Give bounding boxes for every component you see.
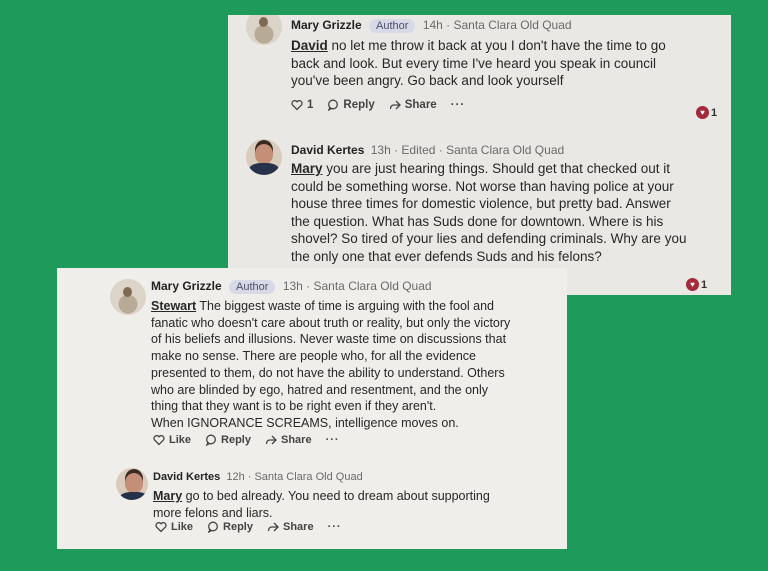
share-button[interactable]: Share	[389, 99, 437, 111]
like-button[interactable]: 1	[291, 99, 313, 111]
comment-body: Mary you are just hearing things. Should…	[291, 161, 687, 264]
avatar[interactable]	[116, 468, 148, 500]
more-options-button[interactable]: ···	[328, 521, 342, 533]
comment-meta: David Kertes 13h · Edited · Santa Clara …	[291, 143, 564, 157]
comment-actions: Like Reply Share ···	[153, 434, 340, 446]
like-button[interactable]: Like	[155, 521, 193, 533]
reply-button[interactable]: Reply	[327, 99, 375, 111]
reply-bubble-icon	[205, 434, 216, 446]
comment-meta: Mary Grizzle Author 13h · Santa Clara Ol…	[151, 279, 432, 294]
reply-bubble-icon	[207, 521, 218, 533]
mention-link[interactable]: Mary	[153, 489, 182, 503]
comment-body: David no let me throw it back at you I d…	[291, 38, 666, 88]
comment-actions: 1 Reply Share ···	[291, 99, 465, 111]
heart-icon	[155, 522, 167, 533]
avatar[interactable]	[110, 279, 146, 315]
heart-icon	[291, 100, 303, 111]
avatar[interactable]	[246, 139, 282, 175]
mention-link[interactable]: Mary	[291, 161, 323, 176]
comment-timestamp: 14h · Santa Clara Old Quad	[422, 18, 572, 32]
reaction-count[interactable]: ♥ 1	[686, 278, 707, 291]
reply-button[interactable]: Reply	[207, 521, 253, 533]
author-badge: Author	[369, 19, 416, 33]
author-name[interactable]: David Kertes	[291, 143, 364, 157]
heart-icon: ♥	[696, 106, 709, 119]
share-arrow-icon	[265, 435, 277, 445]
like-button[interactable]: Like	[153, 434, 191, 446]
heart-icon	[153, 435, 165, 446]
author-name[interactable]: Mary Grizzle	[291, 18, 362, 32]
mention-link[interactable]: David	[291, 38, 328, 53]
more-options-button[interactable]: ···	[451, 99, 466, 111]
screenshot-panel-top: Mary Grizzle Author 14h · Santa Clara Ol…	[228, 15, 731, 295]
comment-body: Mary go to bed already. You need to drea…	[153, 489, 490, 520]
comment-meta: David Kertes 12h · Santa Clara Old Quad	[153, 471, 363, 483]
mention-link[interactable]: Stewart	[151, 299, 196, 313]
reply-button[interactable]: Reply	[205, 434, 251, 446]
comment-actions: Like Reply Share ···	[155, 521, 342, 533]
author-badge: Author	[229, 280, 276, 294]
avatar[interactable]	[246, 15, 282, 45]
comment-timestamp: 13h · Edited · Santa Clara Old Quad	[370, 143, 565, 157]
reply-bubble-icon	[328, 99, 339, 111]
comment-timestamp: 13h · Santa Clara Old Quad	[282, 279, 432, 293]
reaction-count[interactable]: ♥ 1	[696, 106, 717, 119]
comment-timestamp: 12h · Santa Clara Old Quad	[226, 471, 363, 483]
screenshot-panel-bottom: Mary Grizzle Author 13h · Santa Clara Ol…	[57, 268, 567, 549]
author-name[interactable]: Mary Grizzle	[151, 279, 222, 293]
heart-icon: ♥	[686, 278, 699, 291]
more-options-button[interactable]: ···	[326, 434, 340, 446]
comment-meta: Mary Grizzle Author 14h · Santa Clara Ol…	[291, 18, 572, 33]
share-arrow-icon	[389, 100, 401, 110]
share-button[interactable]: Share	[267, 521, 314, 533]
share-button[interactable]: Share	[265, 434, 312, 446]
author-name[interactable]: David Kertes	[153, 471, 220, 483]
comment-body: Stewart The biggest waste of time is arg…	[151, 299, 511, 430]
share-arrow-icon	[267, 522, 279, 532]
